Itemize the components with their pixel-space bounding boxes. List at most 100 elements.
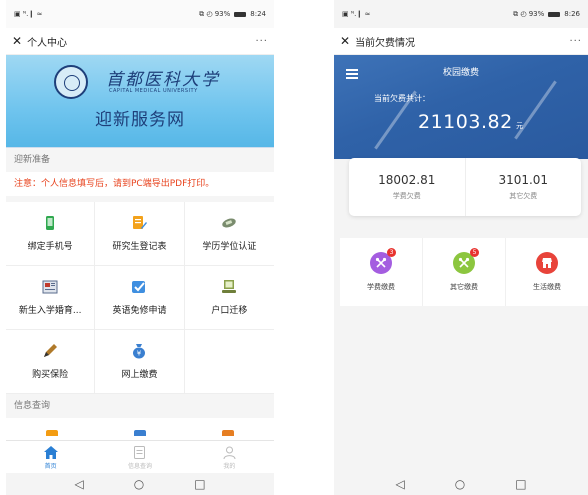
grid-item-household-transfer[interactable]: 户口迁移 xyxy=(184,266,274,330)
fee-summary-header: 校园缴费 当前欠费共计： 21103.82 元 xyxy=(334,55,588,159)
phone-icon xyxy=(46,216,55,230)
tab-home[interactable]: 首页 xyxy=(6,441,95,474)
fee-label: 其它缴费 xyxy=(450,283,478,291)
page-title: 当前欠费情况 xyxy=(355,37,416,49)
form-edit-icon xyxy=(133,216,148,229)
living-payment-button[interactable]: 生活缴费 xyxy=(506,238,588,306)
certificate-icon xyxy=(222,218,237,228)
notification-badge: 3 xyxy=(387,248,396,257)
signal-indicators: ▣ ᴺ.❙ ≈ xyxy=(14,10,43,18)
university-name: 首都医科大学 xyxy=(106,70,220,90)
other-owed-caption: 其它欠费 xyxy=(509,192,538,200)
status-bar: ▣ ᴺ.❙ ≈ ⧉ ◴ 93% 8:26 xyxy=(334,0,588,28)
tab-label: 信息查询 xyxy=(127,462,152,470)
home-button-icon[interactable]: ○ xyxy=(134,478,144,490)
top-bar: ✕ 当前欠费情况 ··· xyxy=(334,28,588,55)
grid-item-bind-phone[interactable]: 绑定手机号 xyxy=(6,202,96,266)
info-query-grid-partial xyxy=(6,418,274,441)
home-button-icon[interactable]: ○ xyxy=(455,478,465,490)
battery-icon xyxy=(548,11,561,17)
section-header-info-query: 信息查询 xyxy=(6,394,274,418)
total-owed-label: 当前欠费共计： xyxy=(374,94,430,103)
other-fee-icon: 5 xyxy=(453,248,479,274)
grid-item-label: 英语免修申请 xyxy=(112,306,167,316)
left-phone-screen: ▣ ᴺ.❙ ≈ ⧉ ◴ 93% 8:24 ✕ 个人中心 ··· 首都医科大学 C… xyxy=(6,0,274,495)
total-owed-amount: 21103.82 xyxy=(418,111,513,133)
section-header-preparation: 迎新准备 xyxy=(6,148,274,172)
other-owed-value: 3101.01 xyxy=(498,173,549,187)
newspaper-icon xyxy=(42,280,58,294)
service-grid: 绑定手机号 研究生登记表 学历学位认证 新生入学婚育... 英语免修申请 户口迁… xyxy=(6,202,274,394)
right-phone-screen: ▣ ᴺ.❙ ≈ ⧉ ◴ 93% 8:26 ✕ 当前欠费情况 ··· 校园缴费 当… xyxy=(334,0,588,495)
tuition-fee-icon: 3 xyxy=(370,248,396,274)
signal-indicators: ▣ ᴺ.❙ ≈ xyxy=(342,10,371,18)
university-banner: 首都医科大学 CAPITAL MEDICAL UNIVERSITY 迎新服务网 xyxy=(6,55,274,148)
checkbox-icon xyxy=(132,281,146,293)
grid-item-freshman-education[interactable]: 新生入学婚育... xyxy=(6,266,96,330)
grid-item-buy-insurance[interactable]: 购买保险 xyxy=(6,330,96,394)
grid-item-label: 新生入学婚育... xyxy=(18,306,82,316)
clock: 8:26 xyxy=(564,10,580,18)
status-icons: ⧉ ◴ 93% xyxy=(513,9,545,18)
tab-info-query[interactable]: 信息查询 xyxy=(95,441,184,474)
grid-item-label: 研究生登记表 xyxy=(112,242,167,252)
fee-label: 生活缴费 xyxy=(533,283,561,291)
svg-text:¥: ¥ xyxy=(137,350,142,358)
more-options-icon[interactable]: ··· xyxy=(255,36,268,47)
tuition-owed[interactable]: 18002.81 学费欠费 xyxy=(349,158,465,216)
status-icons: ⧉ ◴ 93% xyxy=(199,9,231,18)
grid-item-label: 网上缴费 xyxy=(121,370,158,380)
grid-item-graduate-form[interactable]: 研究生登记表 xyxy=(95,202,185,266)
system-nav-bar: ◁ ○ □ xyxy=(6,473,274,495)
university-seal-icon xyxy=(54,65,88,99)
tuition-payment-button[interactable]: 3 学费缴费 xyxy=(340,238,423,306)
tab-label: 我的 xyxy=(223,462,236,470)
more-options-icon[interactable]: ··· xyxy=(569,36,582,47)
grid-item-label: 学历学位认证 xyxy=(202,242,257,252)
page-title: 个人中心 xyxy=(27,37,68,49)
document-icon xyxy=(134,445,146,459)
grid-item-label: 户口迁移 xyxy=(211,306,248,316)
notice-text: 注意：个人信息填写后，请到PC端导出PDF打印。 xyxy=(6,172,274,202)
currency-unit: 元 xyxy=(516,122,523,130)
back-icon[interactable]: ◁ xyxy=(395,478,404,490)
tab-label: 首页 xyxy=(44,462,57,470)
close-icon[interactable]: ✕ xyxy=(12,34,22,48)
status-bar: ▣ ᴺ.❙ ≈ ⧉ ◴ 93% 8:24 xyxy=(6,0,274,28)
pen-icon xyxy=(44,344,58,357)
tab-mine[interactable]: 我的 xyxy=(185,441,274,474)
partial-grid-icon xyxy=(46,430,58,436)
grid-item-online-payment[interactable]: ¥ 网上缴费 xyxy=(95,330,185,394)
grid-item-degree-certification[interactable]: 学历学位认证 xyxy=(184,202,274,266)
header-title: 校园缴费 xyxy=(442,68,479,78)
living-fee-icon xyxy=(536,252,558,274)
tuition-owed-value: 18002.81 xyxy=(378,173,436,187)
grid-item-label: 购买保险 xyxy=(32,370,69,380)
recents-icon[interactable]: □ xyxy=(194,478,205,490)
fee-label: 学费缴费 xyxy=(367,283,395,291)
system-nav-bar: ◁ ○ □ xyxy=(334,473,588,495)
money-bag-icon: ¥ xyxy=(133,344,146,359)
grid-item-empty xyxy=(184,330,274,394)
recents-icon[interactable]: □ xyxy=(515,478,526,490)
battery-icon xyxy=(234,11,247,17)
close-icon[interactable]: ✕ xyxy=(340,34,350,48)
welcome-title: 迎新服务网 xyxy=(95,110,185,130)
clock: 8:24 xyxy=(250,10,266,18)
payment-options: 3 学费缴费 5 其它缴费 生活缴费 xyxy=(340,238,588,306)
other-owed[interactable]: 3101.01 其它欠费 xyxy=(464,158,582,216)
user-icon xyxy=(223,446,236,459)
bottom-tab-bar: 首页 信息查询 我的 xyxy=(6,440,274,474)
tuition-owed-caption: 学费欠费 xyxy=(392,192,421,200)
partial-grid-icon xyxy=(134,430,146,436)
grid-item-english-exemption[interactable]: 英语免修申请 xyxy=(95,266,185,330)
back-icon[interactable]: ◁ xyxy=(74,478,83,490)
owed-breakdown-card: 18002.81 学费欠费 3101.01 其它欠费 xyxy=(349,158,581,216)
other-payment-button[interactable]: 5 其它缴费 xyxy=(423,238,506,306)
partial-grid-icon xyxy=(222,430,234,436)
university-english-name: CAPITAL MEDICAL UNIVERSITY xyxy=(109,88,198,94)
top-bar: ✕ 个人中心 ··· xyxy=(6,28,274,55)
notification-badge: 5 xyxy=(470,248,479,257)
home-icon xyxy=(43,445,58,459)
computer-icon xyxy=(222,280,237,293)
